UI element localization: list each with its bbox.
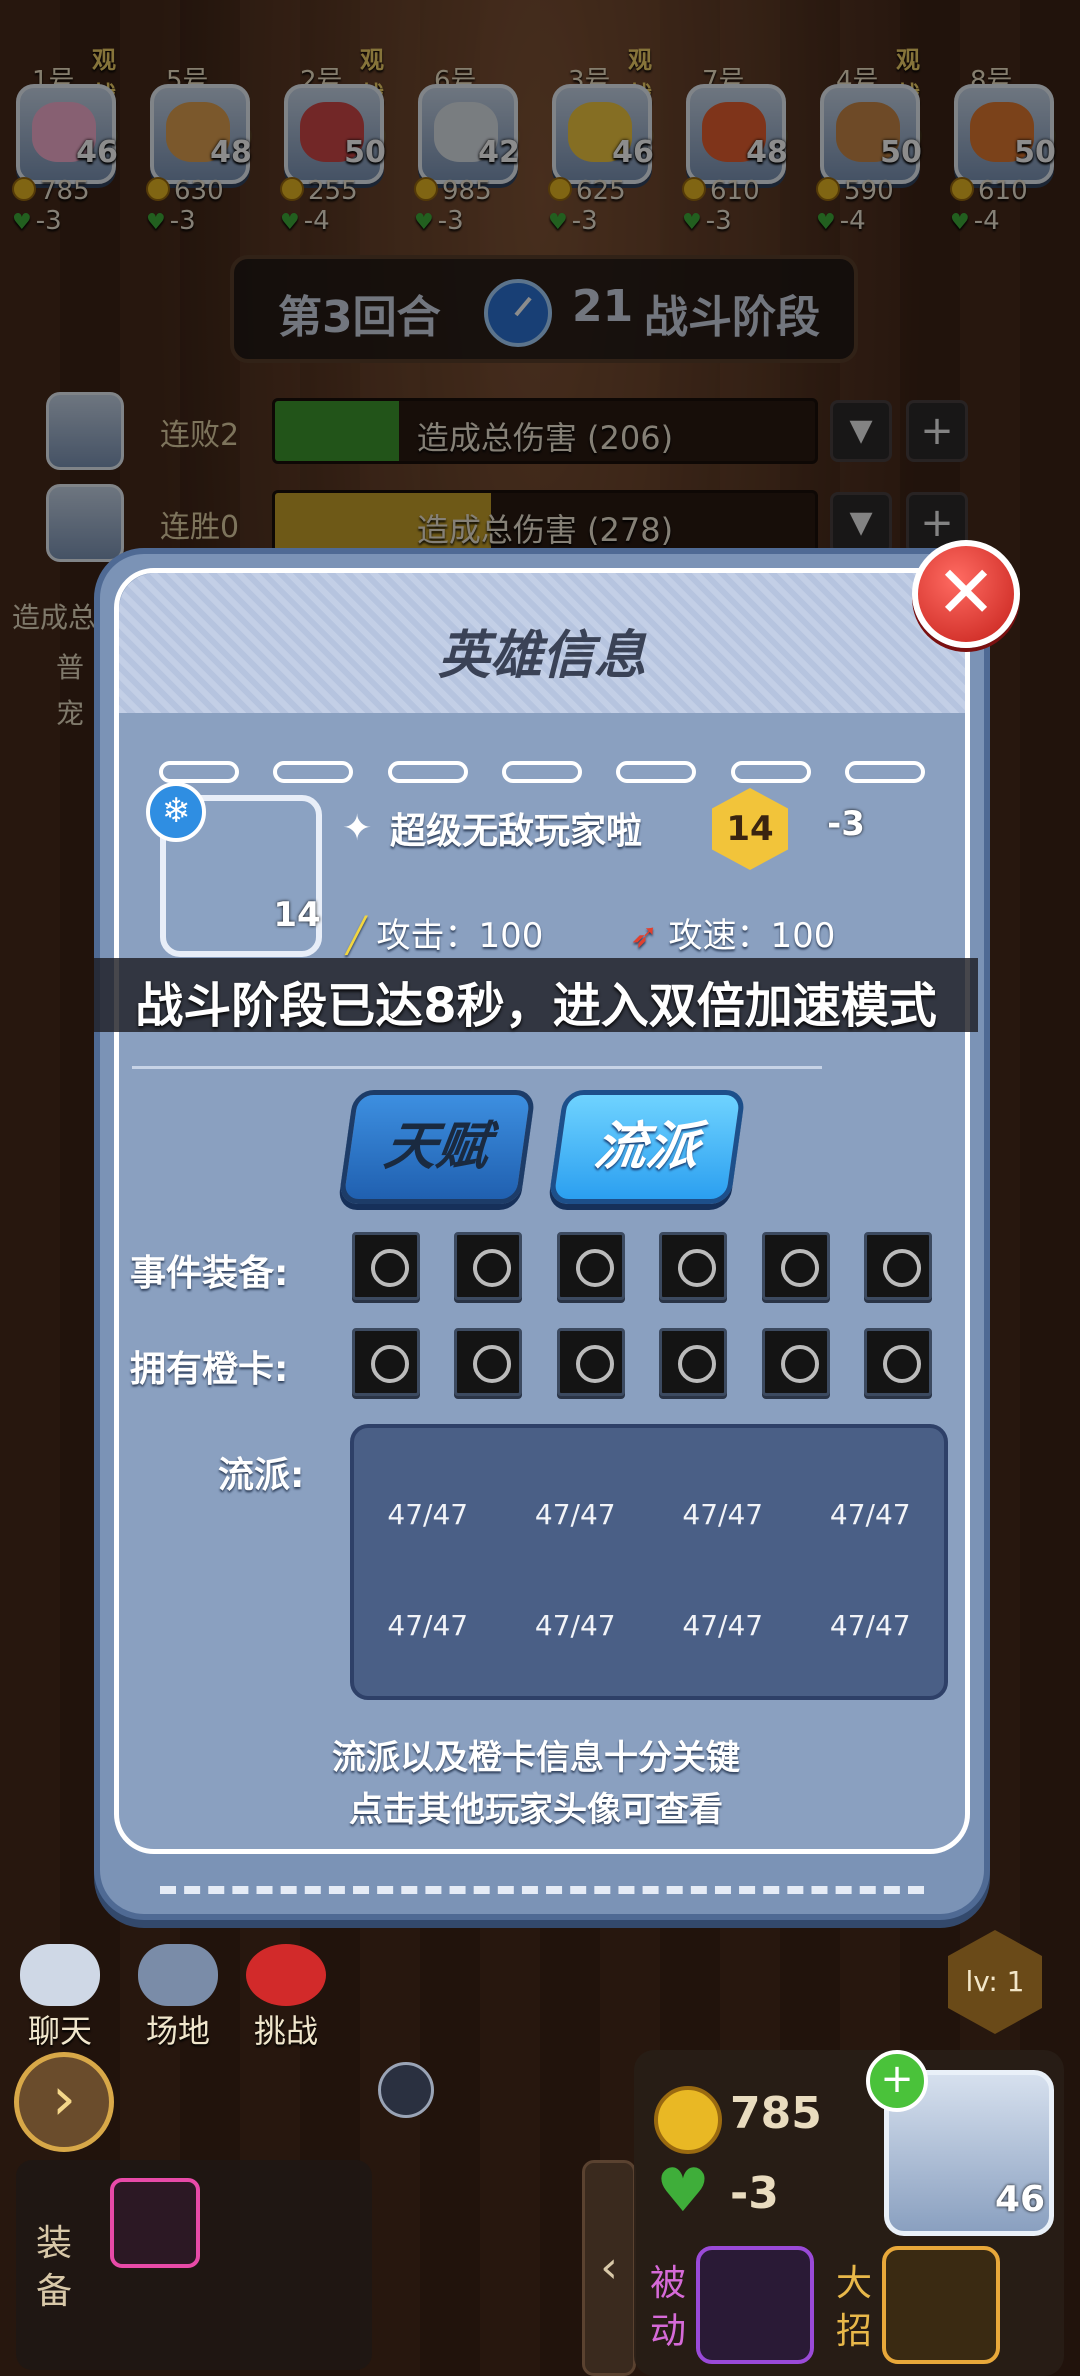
toast-text: 战斗阶段已达8秒，进入双倍加速模式	[135, 978, 937, 1034]
passive-skill-icon[interactable]	[696, 2246, 814, 2364]
divider-line	[132, 1066, 822, 1069]
snowflake-icon: ❄	[146, 782, 206, 842]
equip-label: 装备	[36, 2223, 73, 2312]
ultimate-skill-icon[interactable]	[882, 2246, 1000, 2364]
hero-hp-badge: 14	[256, 870, 338, 950]
close-button[interactable]: ✕	[912, 540, 1020, 648]
school-grid: 47/47 47/47 47/47 47/47 47/47 47/47 47/47 47/47	[354, 1498, 944, 1642]
equip-slot[interactable]	[352, 1232, 420, 1300]
sparkle-icon: ✦	[342, 808, 373, 849]
school-cell: 47/47	[387, 1498, 469, 1531]
equip-slot[interactable]	[761, 1232, 830, 1300]
event-equip-slots	[352, 1232, 932, 1300]
modal-header: 英雄信息	[119, 573, 965, 713]
equip-slot[interactable]	[454, 1232, 523, 1300]
school-cell: 47/47	[534, 1609, 616, 1642]
collapse-button[interactable]: ‹	[582, 2160, 636, 2376]
search-icon[interactable]	[378, 2062, 434, 2118]
school-cell: 47/47	[387, 1609, 469, 1642]
card-slot[interactable]	[659, 1328, 728, 1396]
my-status-panel: 785 ♥ -3 + 46 被动 大招	[634, 2050, 1064, 2376]
toast-banner: 战斗阶段已达8秒，进入双倍加速模式	[94, 958, 978, 1034]
orange-card-slots	[352, 1328, 932, 1396]
equip-slot[interactable]	[556, 1232, 625, 1300]
card-slot[interactable]	[863, 1328, 932, 1396]
rocket-icon: ➶	[630, 916, 659, 956]
add-button[interactable]: +	[866, 2050, 928, 2112]
broken-heart-icon: ♥	[656, 2156, 710, 2226]
modal-title: 英雄信息	[437, 626, 646, 686]
card-slot[interactable]	[352, 1328, 420, 1396]
card-slot[interactable]	[761, 1328, 830, 1396]
attack-speed-stat: ➶ 攻速：100	[630, 908, 835, 957]
streak-heart-badge: -3	[804, 774, 888, 866]
card-slot[interactable]	[454, 1328, 523, 1396]
equip-slot[interactable]	[863, 1232, 932, 1300]
boxing-glove-icon	[246, 1944, 326, 2006]
school-cell: 47/47	[682, 1609, 764, 1642]
chat-label: 聊天	[27, 2012, 92, 2050]
coin-icon	[654, 2086, 722, 2154]
expand-arrow-button[interactable]: ›	[14, 2052, 114, 2152]
card-slot[interactable]	[556, 1328, 625, 1396]
equip-panel: 装备	[16, 2160, 372, 2370]
school-cell: 47/47	[534, 1498, 616, 1531]
orange-card-label: 拥有橙卡:	[130, 1349, 289, 1390]
school-label: 流派:	[218, 1455, 305, 1496]
arena-icon	[138, 1944, 218, 2006]
arena-button[interactable]: 场地	[128, 1944, 228, 2050]
attack-stat: ╱ 攻击：100	[346, 908, 543, 957]
school-cell: 47/47	[829, 1498, 911, 1531]
bottom-dash-border	[160, 1886, 924, 1894]
arena-label: 场地	[145, 2012, 210, 2050]
dash-divider	[159, 761, 925, 785]
equip-card[interactable]	[110, 2178, 200, 2268]
school-box: 47/47 47/47 47/47 47/47 47/47 47/47 47/47 47/47	[350, 1424, 948, 1700]
hint-line-2: 点击其他玩家头像可查看	[349, 1790, 723, 1830]
my-gold: 785	[730, 2088, 822, 2139]
challenge-label: 挑战	[253, 2012, 318, 2050]
equip-slot[interactable]	[659, 1232, 728, 1300]
chat-bubble-icon	[20, 1944, 100, 2006]
attack-speed-text: 攻速：100	[668, 916, 836, 956]
school-cell: 47/47	[682, 1498, 764, 1531]
school-cell: 47/47	[829, 1609, 911, 1642]
event-equip-label: 事件装备:	[130, 1253, 289, 1294]
my-hp: 46	[984, 2160, 1056, 2230]
hero-name: 超级无敌玩家啦	[390, 811, 643, 852]
attack-text: 攻击：100	[376, 916, 544, 956]
sword-icon: ╱	[346, 916, 367, 956]
ultimate-label: 大招	[835, 2263, 872, 2352]
passive-label: 被动	[649, 2263, 686, 2352]
tab-talent[interactable]: 天赋	[337, 1090, 537, 1204]
tab-school[interactable]: 流派	[547, 1090, 747, 1204]
hint-line-1: 流派以及橙卡信息十分关键	[332, 1738, 740, 1778]
challenge-button[interactable]: 挑战	[236, 1944, 336, 2050]
my-streak: -3	[730, 2168, 779, 2219]
chat-button[interactable]: 聊天	[10, 1944, 110, 2050]
